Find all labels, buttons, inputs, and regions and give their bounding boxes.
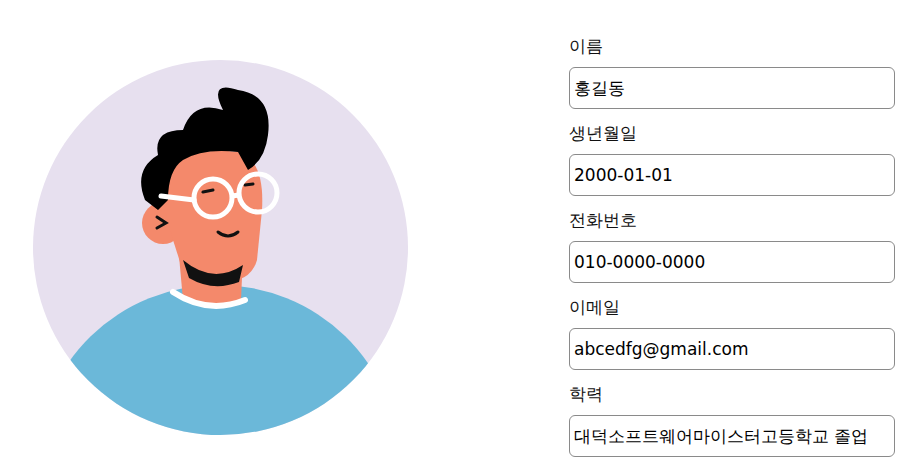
- field-label: 전화번호: [569, 208, 895, 233]
- field-input[interactable]: 홍길동: [569, 67, 895, 109]
- profile-form: 이름홍길동생년월일 2000-01-01 전화번호 010-0000-0000 이메일 a…: [569, 34, 895, 457]
- profile-page: 이름홍길동생년월일 2000-01-01 전화번호 010-0000-0000 이메일 a…: [0, 0, 903, 473]
- person-avatar-icon: [33, 60, 408, 435]
- form-field: 이메일 abcedfg@gmail.com: [569, 295, 895, 370]
- field-label: 이름: [569, 34, 895, 59]
- field-input[interactable]: abcedfg@gmail.com: [569, 328, 895, 370]
- field-input[interactable]: 2000-01-01: [569, 154, 895, 196]
- field-label: 생년월일: [569, 121, 895, 146]
- form-field: 생년월일 2000-01-01: [569, 121, 895, 196]
- form-field: 전화번호 010-0000-0000: [569, 208, 895, 283]
- field-input[interactable]: 대덕소프트웨어마이스터고등학교 졸업: [569, 415, 895, 457]
- form-field: 이름홍길동: [569, 34, 895, 109]
- avatar: [33, 60, 408, 435]
- form-field: 학력대덕소프트웨어마이스터고등학교 졸업: [569, 382, 895, 457]
- field-label: 이메일: [569, 295, 895, 320]
- field-label: 학력: [569, 382, 895, 407]
- field-input[interactable]: 010-0000-0000: [569, 241, 895, 283]
